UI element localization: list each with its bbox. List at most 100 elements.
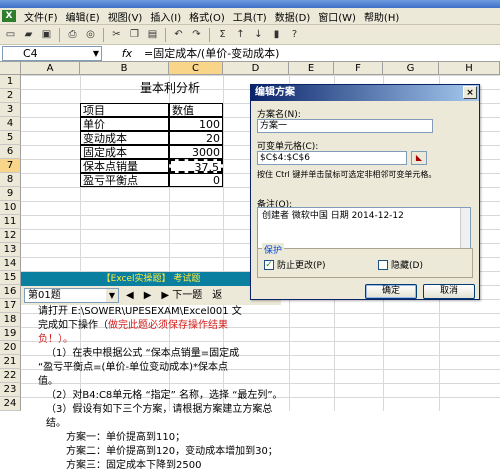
row-header[interactable]: 22 [0,369,21,383]
question-select-value: 第01题 [28,290,61,301]
menu-view[interactable]: 视图(V) [104,9,147,24]
prevent-changes-checkbox[interactable]: ✓ 防止更改(P) [264,258,325,271]
row-header[interactable]: 15 [0,271,21,285]
row-header[interactable]: 20 [0,341,21,355]
row-header[interactable]: 19 [0,327,21,341]
menu-edit[interactable]: 编辑(E) [62,9,104,24]
toolbar-separator [103,27,104,42]
question-select[interactable]: 第01题 ▼ [24,288,119,303]
question-toolbar: 第01题 ▼ ◀ ▶ ▶ 下一题 返 [21,286,281,305]
changing-cells-input[interactable]: $C$4:$C$6 [257,151,407,165]
row-header[interactable]: 4 [0,117,21,131]
formula-input[interactable]: =固定成本/(单价-变动成本) [142,45,279,61]
cancel-button[interactable]: 取消 [423,284,475,299]
play-icon[interactable]: ▶ [141,288,155,303]
column-header[interactable]: G [383,62,439,75]
row-header[interactable]: 9 [0,187,21,201]
menu-tools[interactable]: 工具(T) [229,9,271,24]
chevron-down-icon[interactable]: ▼ [106,289,118,302]
row-header[interactable]: 1 [0,75,21,89]
column-header[interactable]: D [223,62,289,75]
table-cell-value[interactable]: 0 [169,173,223,187]
next-question-button[interactable]: ▶ 下一题 [158,288,205,303]
menu-format[interactable]: 格式(O) [185,9,229,24]
row-header[interactable]: 18 [0,313,21,327]
function-icon[interactable]: fx [112,47,142,60]
close-icon[interactable]: × [463,86,477,99]
question-line: （3）假设有如下三个方案，请根据方案建立方案总结。 [46,404,273,429]
help-icon[interactable]: ? [287,27,302,42]
row-header[interactable]: 3 [0,103,21,117]
row-header[interactable]: 23 [0,383,21,397]
table-cell-label[interactable]: 盈亏平衡点 [80,173,169,187]
table-cell-label[interactable]: 保本点销量 [80,159,169,173]
row-header[interactable]: 5 [0,131,21,145]
protection-group: 保护 ✓ 防止更改(P) 隐藏(D) [257,243,473,278]
row-header[interactable]: 14 [0,257,21,271]
column-header[interactable]: E [289,62,334,75]
column-header[interactable]: B [80,62,169,75]
dialog-title[interactable]: 编辑方案 × [251,85,479,101]
row-header[interactable]: 2 [0,89,21,103]
column-header[interactable]: H [439,62,500,75]
redo-icon[interactable]: ↷ [189,27,204,42]
column-header[interactable]: F [334,62,383,75]
comment-textarea[interactable]: 创建者 微软中国 日期 2014-12-12 [257,207,471,249]
menu-help[interactable]: 帮助(H) [360,9,403,24]
autosum-icon[interactable]: Σ [215,27,230,42]
new-icon[interactable]: ▭ [3,27,18,42]
row-header[interactable]: 17 [0,299,21,313]
open-icon[interactable]: ▰ [21,27,36,42]
row-header[interactable]: 10 [0,201,21,215]
menu-window[interactable]: 窗口(W) [314,9,360,24]
back-button[interactable]: 返 [209,288,225,303]
table-cell-label[interactable]: 单价 [80,117,169,131]
menu-file[interactable]: 文件(F) [20,9,62,24]
undo-icon[interactable]: ↶ [171,27,186,42]
table-cell-label[interactable]: 变动成本 [80,131,169,145]
table-cell-value[interactable]: 20 [169,131,223,145]
paste-icon[interactable]: ▤ [145,27,160,42]
row-header[interactable]: 12 [0,229,21,243]
copy-icon[interactable]: ❐ [127,27,142,42]
save-icon[interactable]: ▣ [39,27,54,42]
print-icon[interactable]: ⎙ [65,27,80,42]
sort-desc-icon[interactable]: ↓ [251,27,266,42]
row-header[interactable]: 24 [0,397,21,411]
question-text: 请打开 E:\SOWER\UPESEXAM\Excel001 文 完成如下操作（… [38,305,284,473]
hide-checkbox[interactable]: 隐藏(D) [378,258,423,271]
scenario-name-input[interactable]: 方案一 [257,119,433,133]
row-header[interactable]: 6 [0,145,21,159]
table-cell-label[interactable]: 固定成本 [80,145,169,159]
table-cell-label[interactable]: 项目 [80,103,169,117]
row-header[interactable]: 8 [0,173,21,187]
sort-asc-icon[interactable]: ↑ [233,27,248,42]
title-bar [0,0,500,8]
menu-insert[interactable]: 插入(I) [146,9,185,24]
table-cell-value[interactable]: 数值 [169,103,223,117]
table-cell-value[interactable]: 100 [169,117,223,131]
chart-icon[interactable]: ▮ [269,27,284,42]
collapse-dialog-icon[interactable]: ◣ [411,151,427,165]
row-header[interactable]: 21 [0,355,21,369]
ok-button[interactable]: 确定 [365,284,417,299]
row-header[interactable]: 7 [0,159,21,173]
chevron-down-icon[interactable]: ▼ [93,47,99,60]
menu-data[interactable]: 数据(D) [271,9,315,24]
column-header[interactable]: C [169,62,223,75]
select-all-corner[interactable] [0,62,21,75]
checkmark-icon[interactable]: ✓ [264,259,274,270]
active-cell[interactable]: 37.5 [169,159,223,173]
sheet-title: 量本利分析 [139,81,200,95]
preview-icon[interactable]: ◎ [83,27,98,42]
name-box[interactable]: C4 ▼ [2,45,102,61]
column-header[interactable]: A [21,62,80,75]
row-header[interactable]: 16 [0,285,21,299]
row-header[interactable]: 11 [0,215,21,229]
table-cell-value[interactable]: 3000 [169,145,223,159]
cut-icon[interactable]: ✂ [109,27,124,42]
comment-scrollbar[interactable] [460,208,470,248]
row-header[interactable]: 13 [0,243,21,257]
checkbox-empty[interactable] [378,259,388,270]
previous-icon[interactable]: ◀ [123,288,137,303]
